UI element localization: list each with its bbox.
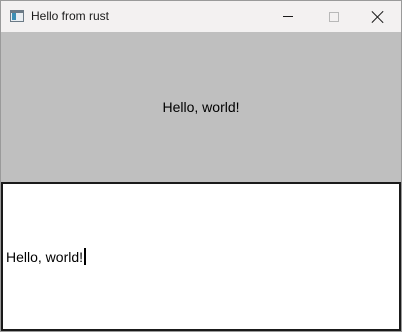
app-window: Hello from rust Hello, world! Hello, wor… <box>0 0 402 332</box>
title-bar[interactable]: Hello from rust <box>1 1 401 32</box>
greeting-label: Hello, world! <box>162 99 240 115</box>
editor-text-value: Hello, world! <box>6 248 84 265</box>
maximize-button[interactable] <box>311 1 357 32</box>
minimize-icon <box>283 16 293 17</box>
greeting-label-pane: Hello, world! <box>1 32 401 182</box>
app-window-icon <box>10 10 24 22</box>
close-button[interactable] <box>355 1 401 32</box>
editor-content[interactable]: Hello, world! <box>6 248 87 265</box>
minimize-button[interactable] <box>265 1 311 32</box>
text-caret <box>84 248 87 265</box>
maximize-icon <box>329 11 339 22</box>
text-editor[interactable]: Hello, world! <box>1 182 401 331</box>
window-title: Hello from rust <box>31 9 110 23</box>
close-icon <box>372 11 384 23</box>
